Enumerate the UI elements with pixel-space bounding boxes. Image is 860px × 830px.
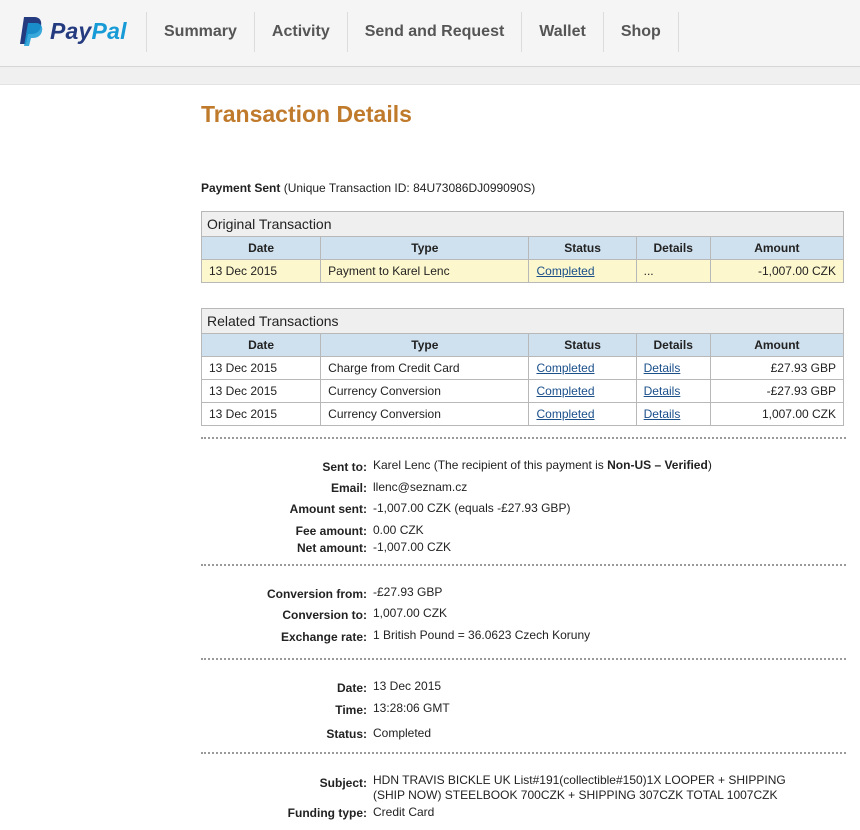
col-status-header: Status [528, 333, 637, 357]
details-link[interactable]: Details [644, 407, 681, 421]
funding-type-label: Funding type: [287, 806, 367, 820]
col-date-header: Date [200, 236, 322, 260]
funding-type-value: Credit Card [373, 805, 435, 819]
recipient-close-paren: ) [707, 458, 712, 472]
exchange-rate-value: 1 British Pound = 36.0623 Czech Koruny [373, 628, 591, 642]
amount-sent-value: -1,007.00 CZK (equals -£27.93 GBP) [373, 501, 571, 515]
details-link[interactable]: Details [644, 384, 681, 398]
col-status-header: Status [528, 236, 637, 260]
row-amount: 1,007.00 CZK [709, 402, 845, 426]
transaction-id: (Unique Transaction ID: 84U73086DJ099090… [283, 181, 536, 195]
row-details: ... [635, 259, 711, 283]
fee-value: 0.00 CZK [373, 523, 424, 537]
col-amount-header: Amount [709, 333, 845, 357]
status-value: Completed [373, 726, 432, 740]
status-label: Status: [326, 727, 367, 741]
row-amount: -1,007.00 CZK [709, 259, 845, 283]
time-label: Time: [335, 703, 367, 717]
conversion-from-label: Conversion from: [266, 587, 367, 601]
paypal-wordmark: PayPal [50, 17, 127, 44]
section-divider [201, 564, 846, 566]
row-date: 13 Dec 2015 [200, 402, 322, 426]
related-transactions-table: Related Transactions Date Type Status De… [200, 308, 845, 426]
section-divider [201, 752, 846, 754]
nav-activity[interactable]: Activity [253, 12, 347, 52]
amount-sent-label: Amount sent: [289, 502, 367, 516]
payment-type-label: Payment Sent [201, 181, 281, 195]
row-type: Payment to Karel Lenc [320, 259, 530, 283]
row-date: 13 Dec 2015 [200, 356, 322, 380]
col-details-header: Details [635, 333, 711, 357]
subject-label: Subject: [319, 776, 367, 790]
col-type-header: Type [320, 236, 530, 260]
conversion-to-label: Conversion to: [282, 608, 367, 622]
exchange-rate-label: Exchange rate: [280, 630, 367, 644]
original-transaction-table: Original Transaction Date Type Status De… [200, 211, 845, 283]
table-row: 13 Dec 2015 Currency Conversion Complete… [200, 402, 845, 426]
status-link[interactable]: Completed [536, 407, 594, 421]
top-header: PayPal Summary Activity Send and Request… [0, 0, 860, 67]
page-title: Transaction Details [201, 101, 412, 127]
section-divider [201, 437, 846, 439]
subject-value: HDN TRAVIS BICKLE UK List#191(collectibl… [373, 773, 786, 802]
email-value: llenc@seznam.cz [373, 480, 468, 494]
nav-send-and-request[interactable]: Send and Request [346, 12, 522, 52]
nav-wallet[interactable]: Wallet [521, 12, 603, 52]
sent-to-label: Sent to: [322, 460, 367, 474]
time-value: 13:28:06 GMT [373, 701, 450, 715]
col-details-header: Details [635, 236, 711, 260]
recipient-status: Non-US – Verified [607, 458, 708, 472]
details-link[interactable]: Details [644, 361, 681, 375]
conversion-from-value: -£27.93 GBP [373, 585, 443, 599]
status-link[interactable]: Completed [536, 361, 594, 375]
recipient-name: Karel Lenc (The recipient of this paymen… [373, 458, 608, 472]
col-date-header: Date [200, 333, 322, 357]
nav-summary[interactable]: Summary [146, 12, 254, 52]
sub-header-bar [0, 67, 860, 85]
section-divider [201, 658, 846, 660]
date-label: Date: [336, 681, 367, 695]
col-type-header: Type [320, 333, 530, 357]
conversion-to-value: 1,007.00 CZK [373, 606, 448, 620]
row-date: 13 Dec 2015 [200, 379, 322, 403]
date-value: 13 Dec 2015 [373, 679, 442, 693]
status-link[interactable]: Completed [536, 264, 594, 278]
row-amount: -£27.93 GBP [709, 379, 845, 403]
email-label: Email: [330, 481, 367, 495]
paypal-logo-icon [18, 16, 44, 46]
original-transaction-caption: Original Transaction [201, 211, 844, 237]
row-type: Charge from Credit Card [320, 356, 530, 380]
row-type: Currency Conversion [320, 379, 530, 403]
main-nav: Summary Activity Send and Request Wallet… [146, 12, 679, 52]
table-row: 13 Dec 2015 Currency Conversion Complete… [200, 379, 845, 403]
payment-sent-line: Payment Sent (Unique Transaction ID: 84U… [201, 181, 535, 195]
table-row: 13 Dec 2015 Payment to Karel Lenc Comple… [200, 259, 845, 283]
net-amount-label: Net amount: [297, 541, 367, 555]
row-type: Currency Conversion [320, 402, 530, 426]
row-date: 13 Dec 2015 [200, 259, 322, 283]
paypal-logo[interactable]: PayPal [18, 16, 127, 46]
status-link[interactable]: Completed [536, 384, 594, 398]
row-amount: £27.93 GBP [709, 356, 845, 380]
fee-label: Fee amount: [295, 524, 367, 538]
related-transactions-caption: Related Transactions [201, 308, 844, 334]
col-amount-header: Amount [709, 236, 845, 260]
nav-shop[interactable]: Shop [602, 12, 679, 52]
net-amount-value: -1,007.00 CZK [373, 540, 452, 554]
table-row: 13 Dec 2015 Charge from Credit Card Comp… [200, 356, 845, 380]
